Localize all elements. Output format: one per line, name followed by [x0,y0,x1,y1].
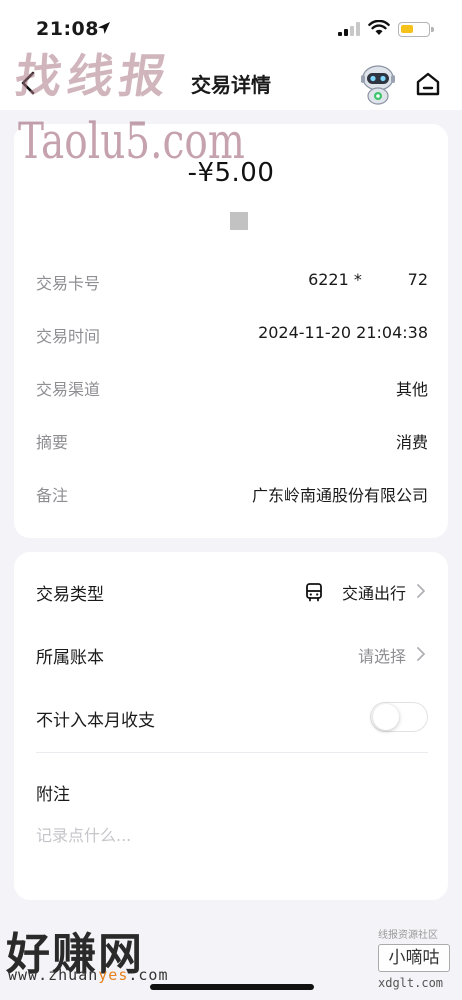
detail-value: 广东岭南通股份有限公司 [251,486,428,505]
detail-row-channel: 交易渠道 其他 [36,372,428,402]
divider [36,752,428,753]
detail-value: 消费 [395,433,428,452]
bus-icon [306,583,322,602]
transaction-type-value: 交通出行 [341,584,406,603]
note-label: 附注 [36,785,70,805]
watermark-right-url: xdglt.com [378,976,444,990]
detail-value: 6221 * 72 [308,270,428,289]
detail-value: 其他 [395,380,428,399]
watermark-url-accent: yes [98,966,129,984]
watermark-top-url: Taolu5.com [18,112,245,170]
transaction-summary-card: -¥5.00 交易卡号 6221 * 72 交易时间 2024-11-20 21… [14,124,448,538]
location-arrow-icon [98,22,110,34]
watermark-right-logo: 小嘀咕 [378,944,450,972]
watermark-url-suffix: .com [128,966,169,984]
wifi-icon [368,20,390,35]
watermark-bottom-url: www.zhuanyes.com [8,966,169,984]
watermark-right-caption: 线报资源社区 [378,930,438,941]
detail-row-card-number: 交易卡号 6221 * 72 [36,266,428,296]
toggle-knob [373,704,399,730]
detail-row-remark: 备注 广东岭南通股份有限公司 [36,478,428,508]
exclude-from-month-label: 不计入本月收支 [36,711,155,731]
account-book-row[interactable]: 所属账本 请选择 [36,637,428,671]
account-book-label: 所属账本 [36,648,104,668]
watermark-top-chinese: 找线报 [11,49,176,103]
transaction-detail-screen: 21:08 交易详情 -¥5.00 交易卡号 6221 * 72 交易时间 20… [0,0,462,1000]
status-time: 21:08 [36,18,99,40]
transaction-type-row[interactable]: 交易类型 交通出行 [36,574,428,608]
account-book-value: 请选择 [357,647,406,666]
exclude-from-month-toggle[interactable] [370,702,428,732]
merchant-logo-icon [230,212,248,230]
detail-label: 备注 [36,486,69,505]
exclude-from-month-row: 不计入本月收支 [36,700,428,734]
detail-label: 交易卡号 [36,274,101,293]
home-indicator[interactable] [150,984,314,990]
watermark-url-prefix: www.zhuan [8,966,99,984]
note-input[interactable] [36,820,428,850]
chevron-right-icon [417,647,425,661]
detail-label: 交易时间 [36,327,101,346]
detail-value: 2024-11-20 21:04:38 [258,323,428,342]
robot-icon[interactable] [356,62,400,106]
transaction-type-label: 交易类型 [36,585,104,605]
detail-label: 交易渠道 [36,380,101,399]
chevron-right-icon [417,584,425,598]
transaction-options-card: 交易类型 交通出行 所属账本 请选择 不计入本月收支 附注 记录点什么... [14,552,448,900]
home-icon[interactable] [414,70,442,98]
detail-row-time: 交易时间 2024-11-20 21:04:38 [36,319,428,349]
battery-level-fill [401,25,413,33]
detail-label: 摘要 [36,433,69,452]
battery-icon [398,22,434,37]
cellular-signal-icon [338,22,360,36]
detail-row-summary: 摘要 消费 [36,425,428,455]
